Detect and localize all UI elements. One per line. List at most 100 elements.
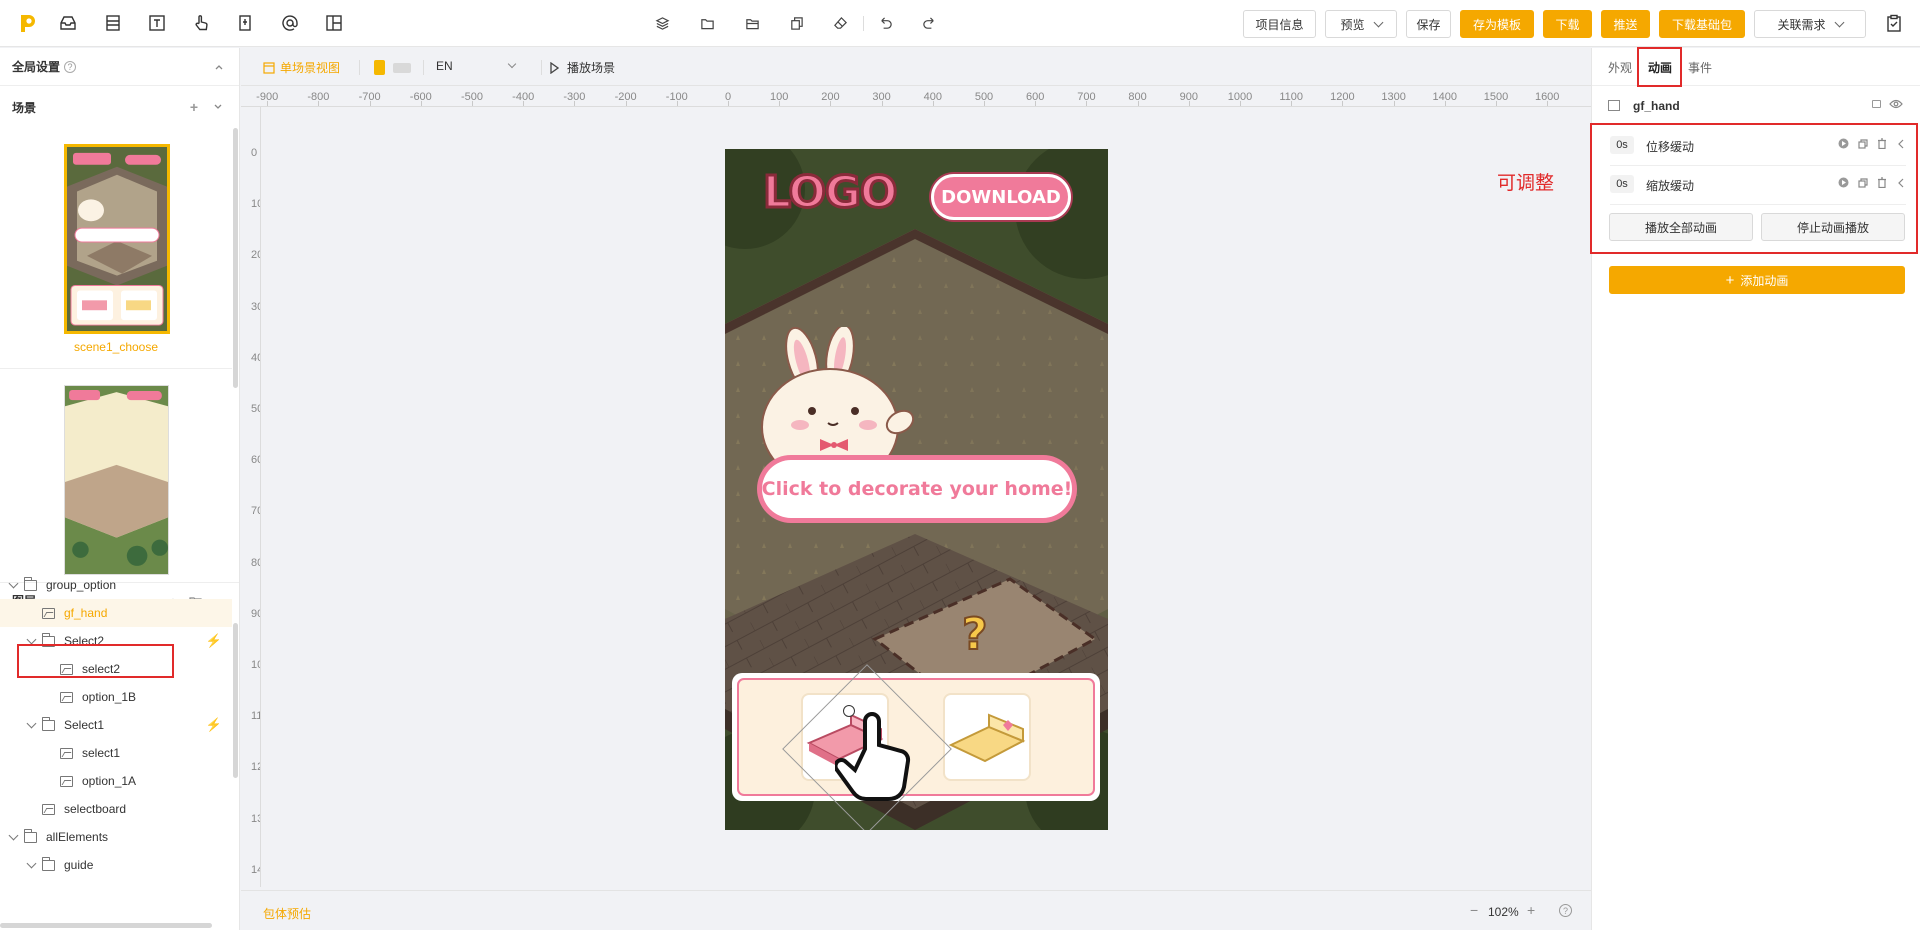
event-bolt-icon[interactable]: ⚡ <box>206 633 222 649</box>
add-scene-icon[interactable]: + <box>187 100 201 114</box>
scene-canvas[interactable]: LOGO DOWNLOAD Click to decorate your hom… <box>725 149 1108 830</box>
layer-item[interactable]: Select2 ⚡ <box>0 627 232 655</box>
animation-delay[interactable]: 0s <box>1610 175 1634 193</box>
play-scene-button[interactable]: 播放场景 <box>549 59 615 76</box>
folder-icon <box>42 633 55 647</box>
layer-item[interactable]: select1 <box>0 739 232 767</box>
ruler-tick <box>472 101 473 106</box>
ruler-tick-label: 400 <box>251 351 260 364</box>
collapse-icon[interactable] <box>212 60 226 74</box>
ruler-tick <box>1291 101 1293 106</box>
help-icon[interactable]: ? <box>64 60 77 73</box>
prompt-bubble: Click to decorate your home! <box>757 455 1077 523</box>
animation-delay[interactable]: 0s <box>1610 136 1634 154</box>
copy-icon[interactable] <box>1857 138 1868 149</box>
chevron-left-icon[interactable] <box>1895 138 1906 149</box>
tab-events[interactable]: 事件 <box>1688 59 1712 76</box>
copy-icon[interactable] <box>1857 177 1868 188</box>
layer-item[interactable]: selectboard <box>0 795 232 823</box>
preview-dropdown[interactable]: 预览 <box>1325 10 1397 38</box>
save-button[interactable]: 保存 <box>1406 10 1451 38</box>
delete-icon[interactable] <box>1876 177 1887 188</box>
global-settings-header[interactable]: 全局设置 ? <box>0 48 239 86</box>
layout-icon[interactable] <box>323 12 345 34</box>
language-select[interactable]: EN <box>436 59 526 73</box>
scenes-scrollbar[interactable] <box>233 128 238 388</box>
tab-appearance[interactable]: 外观 <box>1608 59 1632 76</box>
project-info-button[interactable]: 项目信息 <box>1243 10 1316 38</box>
ruler-tick-label: 100 <box>251 198 260 211</box>
animation-item-move[interactable]: 0s 位移缓动 <box>1610 126 1906 164</box>
animation-item-scale[interactable]: 0s 缩放缓动 <box>1610 165 1906 203</box>
image-icon <box>60 748 73 759</box>
stop-animation-button[interactable]: 停止动画播放 <box>1761 213 1905 241</box>
layer-item[interactable]: Select1 ⚡ <box>0 711 232 739</box>
layer-item[interactable]: select2 <box>0 655 232 683</box>
expand-arrow-icon[interactable] <box>26 634 37 645</box>
landscape-orientation-toggle[interactable] <box>393 63 411 73</box>
layer-item[interactable]: option_1A <box>0 767 232 795</box>
tab-animation[interactable]: 动画 <box>1648 59 1672 76</box>
play-circle-icon[interactable] <box>1838 138 1849 149</box>
chevron-down-icon[interactable] <box>211 100 225 114</box>
eye-icon[interactable] <box>1889 99 1903 109</box>
chevron-left-icon[interactable] <box>1895 177 1906 188</box>
layer-item[interactable]: group_option <box>0 571 232 599</box>
add-animation-button[interactable]: + 添加动画 <box>1609 266 1905 294</box>
undo-icon[interactable] <box>874 12 896 34</box>
event-bolt-icon[interactable]: ⚡ <box>206 717 222 733</box>
layer-label: Select2 <box>64 634 105 648</box>
download-cta-button[interactable]: DOWNLOAD <box>931 174 1071 220</box>
lock-icon[interactable] <box>1872 100 1881 108</box>
clipboard-check-icon[interactable] <box>1883 12 1905 34</box>
layer-item[interactable]: gf_hand <box>0 599 232 627</box>
folder-open-icon[interactable] <box>741 12 763 34</box>
download-button[interactable]: 下载 <box>1543 10 1592 38</box>
image-icon <box>42 804 55 815</box>
folder-icon[interactable] <box>696 12 718 34</box>
save-template-button[interactable]: 存为模板 <box>1460 10 1534 38</box>
hand-pointer-icon[interactable] <box>835 709 925 809</box>
ruler-tick <box>779 101 781 106</box>
text-tool-icon[interactable] <box>146 12 168 34</box>
expand-arrow-icon[interactable] <box>26 858 37 869</box>
expand-arrow-icon[interactable] <box>8 578 19 589</box>
inbox-icon[interactable] <box>57 12 79 34</box>
related-requirements-label: 关联需求 <box>1777 17 1826 32</box>
portrait-orientation-toggle[interactable] <box>374 60 385 75</box>
download-base-package-button[interactable]: 下载基础包 <box>1659 10 1745 38</box>
option-1b[interactable] <box>943 693 1031 781</box>
push-button[interactable]: 推送 <box>1601 10 1650 38</box>
hand-pointer-icon[interactable] <box>190 12 212 34</box>
zoom-out-icon[interactable]: − <box>1470 902 1478 918</box>
bundle-estimate-link[interactable]: 包体预估 <box>263 905 311 922</box>
play-circle-icon[interactable] <box>1838 177 1849 188</box>
scene-thumbnail[interactable] <box>64 385 169 575</box>
single-scene-view-toggle[interactable]: 单场景视图 <box>263 59 340 76</box>
redo-icon[interactable] <box>918 12 940 34</box>
copy-icon[interactable] <box>785 12 807 34</box>
text-box-icon[interactable] <box>102 12 124 34</box>
play-all-animations-button[interactable]: 播放全部动画 <box>1609 213 1753 241</box>
layers-horizontal-scrollbar[interactable] <box>0 923 212 928</box>
mobile-frame-icon[interactable] <box>234 12 256 34</box>
at-sign-icon[interactable] <box>279 12 301 34</box>
help-icon[interactable]: ? <box>1559 904 1572 917</box>
layers-scrollbar[interactable] <box>233 623 238 778</box>
horizontal-ruler: -900 -800 -700 -600 -500 -400 -300 -200 -100 0 100… <box>241 87 1591 107</box>
layer-item[interactable]: option_1B <box>0 683 232 711</box>
scenes-title: 场景 <box>12 100 37 115</box>
related-requirements-dropdown[interactable]: 关联需求 <box>1754 10 1866 38</box>
delete-icon[interactable] <box>1876 138 1887 149</box>
scene-thumbnail-selected[interactable] <box>64 144 170 334</box>
ruler-tick <box>1035 101 1037 106</box>
layer-item[interactable]: allElements <box>0 823 232 851</box>
expand-arrow-icon[interactable] <box>8 830 19 841</box>
layers-icon[interactable] <box>651 12 673 34</box>
zoom-in-icon[interactable]: + <box>1527 902 1535 918</box>
ruler-tick-label: 200 <box>251 249 260 262</box>
expand-arrow-icon[interactable] <box>26 718 37 729</box>
eraser-icon[interactable] <box>829 12 851 34</box>
layer-item[interactable]: guide <box>0 851 232 879</box>
layer-label: selectboard <box>64 802 127 816</box>
